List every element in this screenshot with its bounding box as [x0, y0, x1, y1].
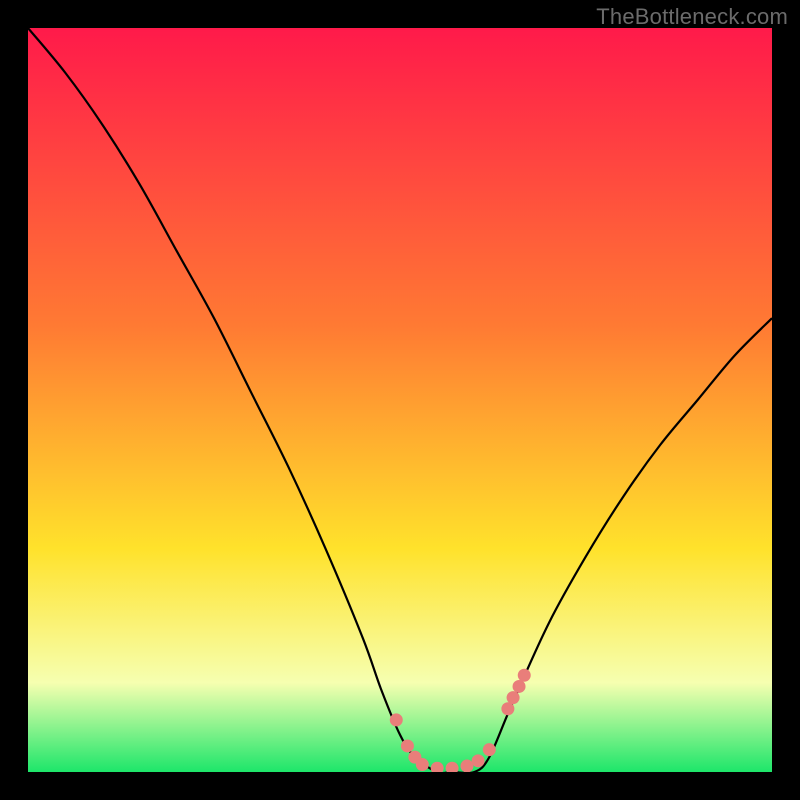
watermark-text: TheBottleneck.com — [596, 4, 788, 30]
chart-frame: TheBottleneck.com — [0, 0, 800, 800]
data-dot — [401, 739, 414, 752]
data-dot — [446, 762, 459, 775]
bottleneck-chart — [0, 0, 800, 800]
data-dot — [472, 754, 485, 767]
data-dot — [513, 680, 526, 693]
data-dot — [518, 669, 531, 682]
data-dot — [416, 758, 429, 771]
data-dot — [501, 702, 514, 715]
plot-background — [28, 28, 772, 772]
data-dot — [460, 760, 473, 773]
data-dot — [390, 713, 403, 726]
data-dot — [483, 743, 496, 756]
data-dot — [507, 691, 520, 704]
data-dot — [431, 762, 444, 775]
